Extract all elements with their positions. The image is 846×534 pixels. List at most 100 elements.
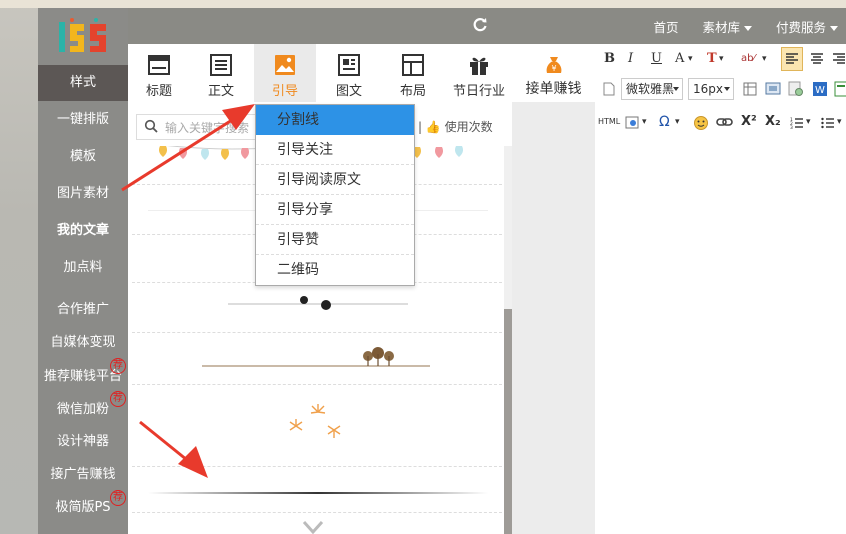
search-input[interactable]: 输入关键字搜索	[165, 119, 249, 136]
logo	[56, 14, 110, 58]
trees-divider[interactable]	[198, 342, 438, 372]
sidebar-item-ads[interactable]: 接广告赚钱	[38, 457, 128, 493]
spellcheck-icon[interactable]: ab⁄	[741, 49, 755, 69]
earn-button[interactable]: ¥ 接单赚钱	[512, 44, 595, 102]
chevron-down-icon[interactable]: ▾	[719, 49, 724, 69]
menu-item-divider[interactable]: 分割线	[256, 105, 414, 135]
sidebar-item-style[interactable]: 样式	[38, 65, 128, 101]
tab-layout[interactable]: 布局	[382, 44, 444, 102]
bg-color-button[interactable]: T	[707, 49, 717, 69]
bold-button[interactable]: B	[604, 49, 615, 69]
underline-button[interactable]: U	[651, 49, 662, 69]
image-text-icon	[338, 54, 360, 76]
special-char-button[interactable]: Ω	[659, 112, 670, 132]
top-strip	[0, 0, 846, 8]
menu-item-qrcode[interactable]: 二维码	[256, 255, 414, 285]
font-family-select[interactable]: 微软雅黑	[621, 78, 683, 100]
chevron-down-icon[interactable]: ▾	[806, 112, 811, 132]
menu-item-read-original[interactable]: 引导阅读原文	[256, 165, 414, 195]
ordered-list-icon[interactable]: 123	[790, 115, 804, 131]
recommend-badge: 荐	[110, 358, 126, 374]
chevron-down-icon[interactable]: ▾	[642, 112, 647, 132]
insert-frame-icon[interactable]	[625, 115, 641, 131]
top-bar: 首页 素材库 付费服务	[38, 8, 846, 44]
tab-label: 图文	[335, 84, 362, 99]
align-center-icon[interactable]	[809, 49, 825, 69]
window-backdrop	[0, 0, 38, 534]
sort-by-usecount[interactable]: | 👍 使用次数	[418, 118, 493, 135]
align-right-icon[interactable]	[831, 49, 846, 69]
link-icon[interactable]	[716, 116, 734, 128]
menu-item-guide-share[interactable]: 引导分享	[256, 195, 414, 225]
partial-divider[interactable]	[300, 520, 330, 534]
toolbar-row-1: B I U A ▾ T ▾ ab⁄ ▾	[595, 44, 846, 74]
text-icon	[210, 54, 232, 76]
ink-dots-divider[interactable]	[218, 292, 418, 316]
tab-label: 节日行业	[452, 84, 505, 99]
image-icon	[275, 55, 295, 75]
search-icon	[144, 119, 158, 133]
subscript-button[interactable]: X₂	[765, 112, 781, 132]
emoji-icon[interactable]	[693, 115, 709, 131]
excel-import-icon[interactable]	[834, 81, 846, 97]
gutter	[512, 44, 595, 534]
new-document-icon[interactable]	[603, 82, 615, 96]
sidebar-item-one-click[interactable]: 一键排版	[38, 102, 128, 138]
insert-image-icon[interactable]	[765, 81, 781, 97]
menu-item-guide-like[interactable]: 引导赞	[256, 225, 414, 255]
svg-text:¥: ¥	[551, 64, 556, 73]
sidebar-item-design-tools[interactable]: 设计神器	[38, 424, 128, 460]
editor: B I U A ▾ T ▾ ab⁄ ▾ 微软雅黑 16px W HTML ▾ Ω…	[595, 44, 846, 534]
refresh-icon[interactable]	[472, 16, 488, 32]
nav-materials[interactable]: 素材库	[702, 17, 752, 36]
insert-media-icon[interactable]	[788, 81, 804, 97]
recommend-badge: 荐	[110, 490, 126, 506]
tab-image-text[interactable]: 图文	[318, 44, 380, 102]
tab-label: 正文	[207, 84, 234, 99]
html-source-button[interactable]: HTML	[598, 112, 620, 132]
sidebar-item-images[interactable]: 图片素材	[38, 176, 128, 212]
tab-label: 引导	[271, 84, 298, 99]
chevron-down-icon[interactable]: ▾	[675, 112, 680, 132]
toolbar-row-3: HTML ▾ Ω ▾ X² X₂ 123 ▾ ▾	[595, 107, 846, 137]
tab-festival[interactable]: 节日行业	[446, 44, 512, 102]
align-left-icon	[786, 53, 798, 64]
italic-button[interactable]: I	[628, 49, 633, 69]
thumbs-up-icon: 👍	[425, 120, 441, 134]
align-left-button[interactable]	[781, 47, 803, 71]
gradient-line-divider[interactable]	[148, 492, 488, 494]
toolbar-row-2: 微软雅黑 16px W	[595, 74, 846, 104]
sidebar: 样式 一键排版 模板 图片素材 我的文章 加点料 合作推广 自媒体变现 推荐赚钱…	[38, 8, 128, 534]
guide-dropdown-menu: 分割线 引导关注 引导阅读原文 引导分享 引导赞 二维码	[255, 104, 415, 286]
sidebar-item-templates[interactable]: 模板	[38, 139, 128, 175]
font-color-button[interactable]: A	[675, 49, 684, 69]
tab-text[interactable]: 正文	[190, 44, 252, 102]
sidebar-item-monetize[interactable]: 自媒体变现	[38, 325, 128, 361]
menu-item-guide-follow[interactable]: 引导关注	[256, 135, 414, 165]
title-icon	[148, 55, 170, 75]
fireworks-divider[interactable]	[278, 398, 358, 448]
tab-title[interactable]: 标题	[128, 44, 190, 102]
sidebar-item-my-articles[interactable]: 我的文章	[38, 213, 128, 249]
category-tabs: 标题 正文 引导 图文 布局 节日行业	[128, 44, 512, 102]
tab-label: 标题	[145, 84, 172, 99]
nav-home[interactable]: 首页	[653, 17, 678, 36]
sidebar-item-partnership[interactable]: 合作推广	[38, 292, 128, 328]
sidebar-item-extras[interactable]: 加点料	[38, 250, 128, 286]
superscript-button[interactable]: X²	[741, 112, 757, 132]
recommend-badge: 荐	[110, 391, 126, 407]
chevron-down-icon[interactable]: ▾	[762, 49, 767, 69]
chevron-down-icon[interactable]: ▾	[688, 49, 693, 69]
table-icon[interactable]	[743, 81, 757, 97]
earn-label: 接单赚钱	[525, 81, 582, 97]
gift-icon	[470, 57, 488, 75]
usecount-label: 使用次数	[444, 120, 493, 134]
top-nav: 首页 素材库 付费服务	[653, 8, 838, 44]
font-size-select[interactable]: 16px	[688, 78, 734, 100]
bullet-list-icon[interactable]	[821, 115, 835, 131]
word-import-icon[interactable]: W	[812, 81, 828, 97]
nav-paid-services[interactable]: 付费服务	[776, 17, 838, 36]
tab-guide[interactable]: 引导	[254, 44, 316, 102]
scrollbar-thumb[interactable]	[504, 309, 512, 534]
chevron-down-icon[interactable]: ▾	[837, 112, 842, 132]
